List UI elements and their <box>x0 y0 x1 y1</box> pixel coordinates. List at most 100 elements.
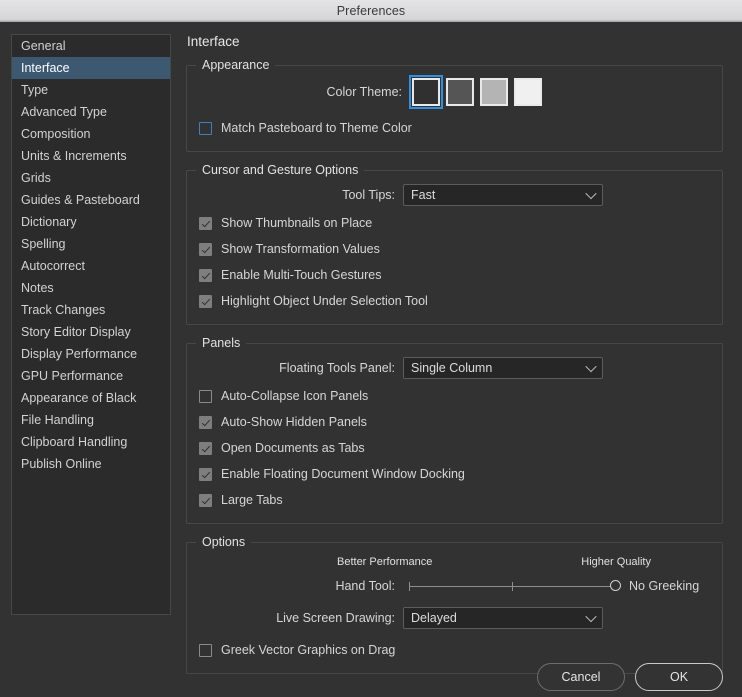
checkbox-show-thumbnails-on-place[interactable] <box>199 216 212 230</box>
checkbox-enable-multi-touch-gestures[interactable] <box>199 268 212 282</box>
sidebar-item-label: Interface <box>21 61 70 75</box>
chevron-down-icon <box>585 360 597 373</box>
sidebar-item-track-changes[interactable]: Track Changes <box>12 299 170 321</box>
checkbox-label: Auto-Collapse Icon Panels <box>221 389 369 403</box>
checkbox-auto-show-hidden-panels[interactable] <box>199 415 212 429</box>
sidebar-item-label: Composition <box>21 127 91 141</box>
tool-tips-label: Tool Tips: <box>342 188 395 202</box>
chevron-down-icon <box>585 187 597 200</box>
greek-vector-label: Greek Vector Graphics on Drag <box>221 643 396 657</box>
slider-track[interactable] <box>409 579 621 591</box>
sidebar-item-label: Type <box>21 83 49 97</box>
slider-left-label: Better Performance <box>337 556 433 568</box>
sidebar-item-label: Spelling <box>21 237 66 251</box>
sidebar-item-autocorrect[interactable]: Autocorrect <box>12 255 170 277</box>
cursor-gesture-legend: Cursor and Gesture Options <box>202 163 359 177</box>
checkbox-auto-collapse-icon-panels[interactable] <box>199 389 212 403</box>
checkbox-label: Auto-Show Hidden Panels <box>221 415 367 429</box>
sidebar-item-dictionary[interactable]: Dictionary <box>12 211 170 233</box>
sidebar-item-units-increments[interactable]: Units & Increments <box>12 145 170 167</box>
dialog-buttons: Cancel OK <box>537 663 723 691</box>
color-theme-swatches[interactable] <box>409 75 542 109</box>
match-pasteboard-row[interactable]: Match Pasteboard to Theme Color <box>187 115 722 141</box>
sidebar-item-label: Clipboard Handling <box>21 435 128 449</box>
sidebar-item-spelling[interactable]: Spelling <box>12 233 170 255</box>
checkbox-row-large-tabs[interactable]: Large Tabs <box>187 487 722 513</box>
checkbox-row-show-thumbnails-on-place[interactable]: Show Thumbnails on Place <box>187 210 722 236</box>
sidebar-item-label: Autocorrect <box>21 259 85 273</box>
checkbox-open-documents-as-tabs[interactable] <box>199 441 212 455</box>
live-screen-drawing-select[interactable]: Delayed <box>403 607 603 629</box>
tool-tips-select[interactable]: Fast <box>403 184 603 206</box>
checkbox-label: Large Tabs <box>221 493 283 507</box>
color-theme-swatch-dark[interactable] <box>409 75 443 109</box>
sidebar-item-file-handling[interactable]: File Handling <box>12 409 170 431</box>
sidebar-item-story-editor-display[interactable]: Story Editor Display <box>12 321 170 343</box>
sidebar-item-label: Notes <box>21 281 54 295</box>
checkbox-label: Show Transformation Values <box>221 242 380 256</box>
live-screen-drawing-label: Live Screen Drawing: <box>276 611 395 625</box>
sidebar-item-grids[interactable]: Grids <box>12 167 170 189</box>
color-theme-label: Color Theme: <box>326 85 403 99</box>
checkbox-row-auto-show-hidden-panels[interactable]: Auto-Show Hidden Panels <box>187 409 722 435</box>
settings-pane: Interface Appearance Color Theme: Match … <box>186 34 723 685</box>
sidebar-item-appearance-of-black[interactable]: Appearance of Black <box>12 387 170 409</box>
sidebar-item-general[interactable]: General <box>12 35 170 57</box>
panels-legend: Panels <box>202 336 241 350</box>
slider-tick-start <box>409 581 410 591</box>
floating-tools-select[interactable]: Single Column <box>403 357 603 379</box>
options-legend: Options <box>202 535 246 549</box>
checkbox-row-enable-floating-document-window-docking[interactable]: Enable Floating Document Window Docking <box>187 461 722 487</box>
color-theme-swatch-light-gray[interactable] <box>480 78 508 106</box>
sidebar-item-advanced-type[interactable]: Advanced Type <box>12 101 170 123</box>
match-pasteboard-label: Match Pasteboard to Theme Color <box>221 121 412 135</box>
sidebar-item-display-performance[interactable]: Display Performance <box>12 343 170 365</box>
sidebar-item-guides-pasteboard[interactable]: Guides & Pasteboard <box>12 189 170 211</box>
hand-tool-label: Hand Tool: <box>335 579 395 593</box>
checkbox-row-enable-multi-touch-gestures[interactable]: Enable Multi-Touch Gestures <box>187 262 722 288</box>
title-bar: Preferences <box>0 0 742 22</box>
cursor-gesture-group: Cursor and Gesture Options Tool Tips: Fa… <box>186 163 723 325</box>
sidebar-item-clipboard-handling[interactable]: Clipboard Handling <box>12 431 170 453</box>
checkbox-show-transformation-values[interactable] <box>199 242 212 256</box>
ok-button[interactable]: OK <box>635 663 723 691</box>
category-sidebar[interactable]: General Interface Type Advanced Type Composi… <box>11 34 171 615</box>
hand-tool-slider[interactable] <box>409 576 621 596</box>
sidebar-item-label: File Handling <box>21 413 94 427</box>
color-theme-swatch-light[interactable] <box>514 78 542 106</box>
slider-knob[interactable] <box>609 579 621 591</box>
checkbox-row-show-transformation-values[interactable]: Show Transformation Values <box>187 236 722 262</box>
floating-tools-label: Floating Tools Panel: <box>279 361 395 375</box>
sidebar-item-label: Story Editor Display <box>21 325 131 339</box>
options-group: Options Better Performance Higher Qualit… <box>186 535 723 674</box>
sidebar-item-label: Units & Increments <box>21 149 127 163</box>
checkbox-label: Highlight Object Under Selection Tool <box>221 294 428 308</box>
slider-right-label: Higher Quality <box>581 556 651 568</box>
panels-checkbox-list: Auto-Collapse Icon Panels Auto-Show Hidde… <box>187 383 722 513</box>
sidebar-item-type[interactable]: Type <box>12 79 170 101</box>
match-pasteboard-checkbox[interactable] <box>199 121 212 135</box>
preferences-window: Preferences General Interface Type Advanced… <box>0 0 742 697</box>
checkbox-label: Open Documents as Tabs <box>221 441 365 455</box>
checkbox-highlight-object-under-selection-tool[interactable] <box>199 294 212 308</box>
sidebar-item-label: Dictionary <box>21 215 77 229</box>
cancel-button[interactable]: Cancel <box>537 663 625 691</box>
color-theme-swatch-medium-dark[interactable] <box>446 78 474 106</box>
sidebar-item-interface[interactable]: Interface <box>12 57 170 79</box>
checkbox-large-tabs[interactable] <box>199 493 212 507</box>
greek-vector-row[interactable]: Greek Vector Graphics on Drag <box>187 637 722 663</box>
sidebar-item-notes[interactable]: Notes <box>12 277 170 299</box>
panels-group: Panels Floating Tools Panel: Single Colu… <box>186 336 723 524</box>
sidebar-item-composition[interactable]: Composition <box>12 123 170 145</box>
checkbox-label: Enable Floating Document Window Docking <box>221 467 465 481</box>
sidebar-item-label: Publish Online <box>21 457 102 471</box>
checkbox-row-auto-collapse-icon-panels[interactable]: Auto-Collapse Icon Panels <box>187 383 722 409</box>
checkbox-enable-floating-document-window-docking[interactable] <box>199 467 212 481</box>
checkbox-label: Enable Multi-Touch Gestures <box>221 268 382 282</box>
checkbox-row-highlight-object-under-selection-tool[interactable]: Highlight Object Under Selection Tool <box>187 288 722 314</box>
appearance-legend: Appearance <box>202 58 270 72</box>
greek-vector-checkbox[interactable] <box>199 643 212 657</box>
sidebar-item-gpu-performance[interactable]: GPU Performance <box>12 365 170 387</box>
checkbox-row-open-documents-as-tabs[interactable]: Open Documents as Tabs <box>187 435 722 461</box>
sidebar-item-publish-online[interactable]: Publish Online <box>12 453 170 475</box>
